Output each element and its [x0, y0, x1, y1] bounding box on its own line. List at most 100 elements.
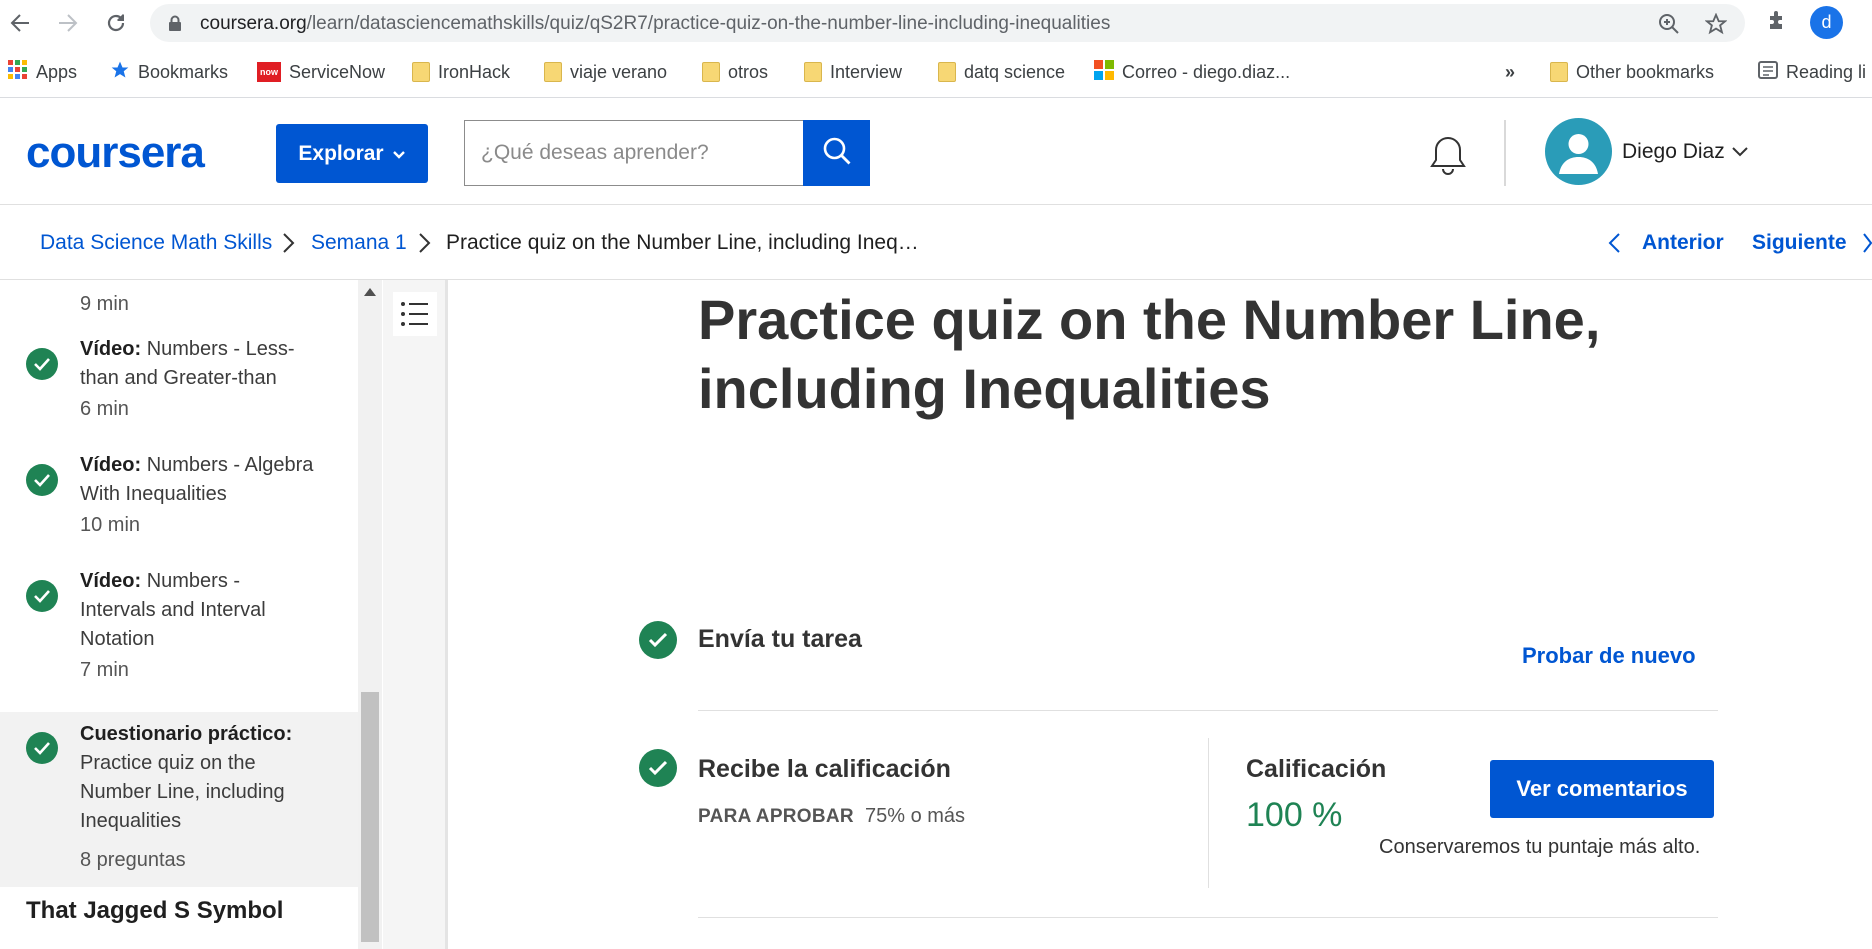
sidebar-item-label: Cuestionario práctico: Practice quiz on … [80, 723, 293, 832]
bookmark-otros[interactable]: otros [702, 58, 768, 86]
divider [698, 710, 1718, 711]
toc-panel [383, 280, 448, 949]
completed-check-icon [639, 749, 677, 787]
feedback-label: Ver comentarios [1516, 776, 1688, 801]
overflow-label: » [1505, 61, 1516, 82]
bookmark-label: datq science [964, 61, 1066, 82]
bookmark-bookmarks[interactable]: Bookmarks [110, 58, 228, 86]
bookmark-ironhack[interactable]: IronHack [412, 58, 510, 86]
bookmark-other-bookmarks[interactable]: Other bookmarks [1550, 58, 1714, 86]
grade-value: 100 % [1246, 796, 1343, 834]
star-icon [110, 60, 130, 85]
completed-check-icon [639, 621, 677, 659]
divider [698, 917, 1718, 918]
profile-avatar[interactable]: d [1810, 6, 1843, 39]
sidebar-item-intervals[interactable]: Vídeo: Numbers - Intervals and Interval … [0, 567, 358, 697]
course-sidebar: 9 min Vídeo: Numbers - Less-than and Gre… [0, 280, 358, 949]
folder-icon [1550, 62, 1568, 82]
page-title: Practice quiz on the Number Line, includ… [698, 288, 1601, 420]
sidebar-item-label: Vídeo: Numbers - Algebra With Inequaliti… [80, 454, 314, 505]
vertical-divider [1208, 738, 1209, 888]
view-feedback-button[interactable]: Ver comentarios [1490, 760, 1714, 818]
forward-arrow-icon[interactable] [53, 8, 83, 38]
bookmark-servicenow[interactable]: now ServiceNow [257, 58, 385, 86]
completed-check-icon [26, 732, 58, 764]
completed-check-icon [26, 464, 58, 496]
extensions-icon[interactable] [1766, 8, 1790, 37]
item-duration: 7 min [80, 659, 129, 681]
site-header: coursera Explorar Diego Diaz [0, 98, 1872, 205]
breadcrumb: Data Science Math Skills Semana 1 Practi… [0, 205, 1872, 280]
chevron-right-icon[interactable] [1862, 232, 1872, 259]
folder-icon [702, 62, 720, 82]
pass-value: 75% o más [865, 805, 966, 827]
previous-button[interactable]: Anterior [1642, 231, 1724, 255]
sidebar-item-label: Vídeo: Numbers - Less-than and Greater-t… [80, 338, 295, 389]
chevron-right-icon [282, 232, 296, 259]
grade-step-title: Recibe la calificación [698, 755, 951, 783]
reload-icon[interactable] [101, 8, 131, 38]
retry-link[interactable]: Probar de nuevo [1522, 643, 1696, 669]
explore-button[interactable]: Explorar [276, 124, 428, 183]
sidebar-item-algebra-inequalities[interactable]: Vídeo: Numbers - Algebra With Inequaliti… [0, 451, 358, 551]
bookmark-star-icon[interactable] [1704, 12, 1728, 40]
bell-icon[interactable] [1428, 134, 1468, 183]
folder-icon [544, 62, 562, 82]
bookmark-interview[interactable]: Interview [804, 58, 902, 86]
folder-icon [412, 62, 430, 82]
sidebar-item-practice-quiz[interactable]: Cuestionario práctico: Practice quiz on … [0, 712, 358, 887]
completed-check-icon [26, 348, 58, 380]
bookmark-label: otros [728, 61, 769, 82]
url-text: coursera.org/learn/datasciencemathskills… [200, 13, 1111, 34]
chevron-left-icon[interactable] [1607, 232, 1621, 259]
item-duration: 10 min [80, 514, 141, 536]
folder-icon [938, 62, 956, 82]
completed-check-icon [26, 580, 58, 612]
microsoft-icon [1094, 59, 1114, 85]
section-title[interactable]: That Jagged S Symbol [26, 897, 283, 925]
bookmark-correo[interactable]: Correo - diego.diaz... [1094, 58, 1290, 86]
item-duration: 9 min [80, 293, 129, 315]
scroll-up-arrow-icon[interactable] [364, 288, 376, 296]
search-button[interactable] [803, 120, 870, 186]
next-button[interactable]: Siguiente [1752, 231, 1847, 255]
bookmarks-bar: Apps Bookmarks now ServiceNow IronHack v… [0, 46, 1872, 98]
explore-label: Explorar [298, 141, 384, 165]
breadcrumb-week[interactable]: Semana 1 [311, 231, 407, 255]
search-icon [822, 136, 852, 171]
sidebar-scrollbar[interactable] [358, 280, 382, 949]
lock-icon [168, 15, 182, 37]
chevron-down-icon [392, 142, 406, 166]
bookmark-apps[interactable]: Apps [8, 58, 77, 86]
bookmark-label: IronHack [438, 61, 511, 82]
bookmark-label: Correo - diego.diaz... [1122, 61, 1291, 82]
grade-label: Calificación [1246, 755, 1387, 783]
bookmark-reading-list[interactable]: Reading li [1758, 58, 1866, 86]
servicenow-icon: now [257, 62, 281, 82]
pass-label: PARA APROBAR [698, 806, 854, 827]
item-duration: 6 min [80, 398, 129, 420]
bookmark-label: Apps [36, 61, 78, 82]
chevron-down-icon[interactable] [1731, 145, 1749, 163]
bookmark-label: Other bookmarks [1576, 61, 1715, 82]
address-bar[interactable]: coursera.org/learn/datasciencemathskills… [150, 4, 1745, 42]
zoom-icon[interactable] [1658, 13, 1680, 40]
reading-list-icon [1758, 60, 1778, 85]
back-arrow-icon[interactable] [5, 8, 35, 38]
chevron-right-icon [418, 232, 432, 259]
breadcrumb-current: Practice quiz on the Number Line, includ… [446, 231, 919, 254]
bookmark-datq-science[interactable]: datq science [938, 58, 1065, 86]
breadcrumb-course[interactable]: Data Science Math Skills [40, 231, 272, 255]
user-name[interactable]: Diego Diaz [1622, 140, 1725, 164]
search-input[interactable] [464, 120, 804, 186]
user-avatar[interactable] [1545, 118, 1612, 185]
browser-toolbar: coursera.org/learn/datasciencemathskills… [0, 0, 1872, 46]
coursera-logo[interactable]: coursera [26, 128, 205, 178]
sidebar-item-less-than[interactable]: Vídeo: Numbers - Less-than and Greater-t… [0, 335, 358, 435]
toc-list-icon[interactable] [393, 292, 437, 336]
bookmark-viaje-verano[interactable]: viaje verano [544, 58, 667, 86]
sidebar-item-label: Vídeo: Numbers - Intervals and Interval … [80, 570, 266, 650]
apps-grid-icon [8, 59, 28, 85]
bookmarks-overflow-button[interactable]: » [1505, 58, 1515, 86]
scroll-thumb[interactable] [361, 692, 379, 942]
